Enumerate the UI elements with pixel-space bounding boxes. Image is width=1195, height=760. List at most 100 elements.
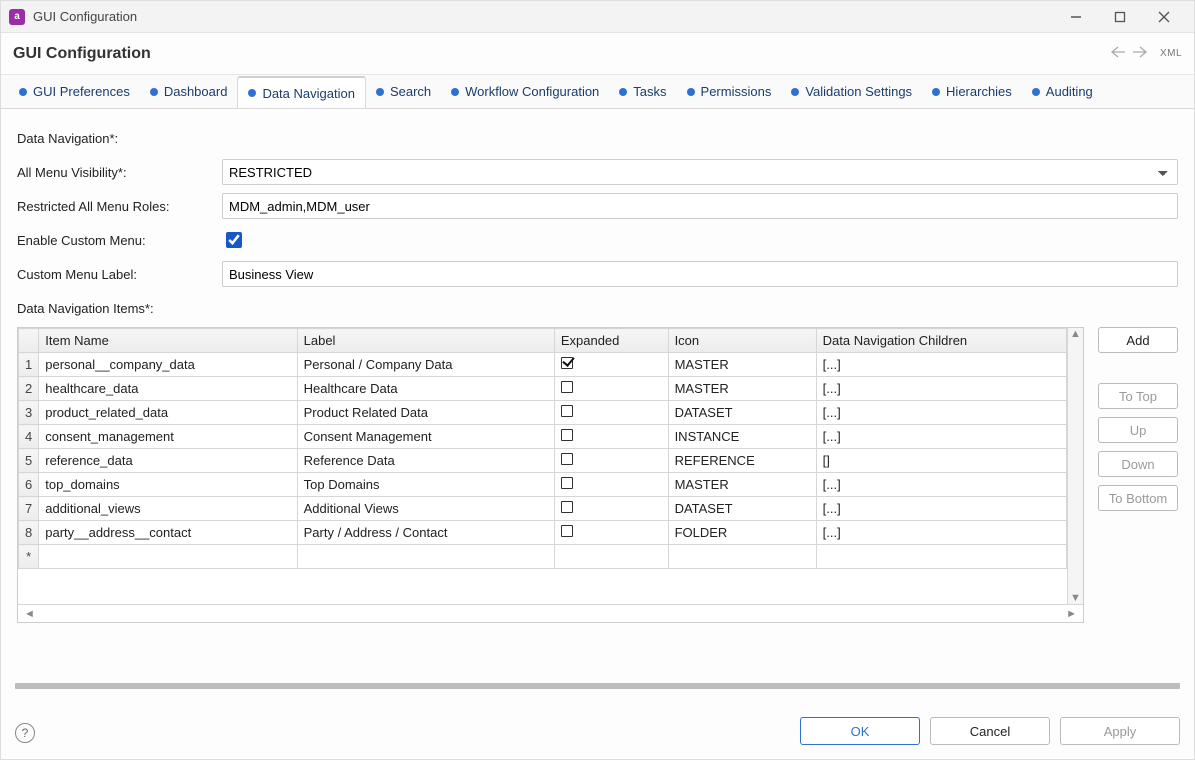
to-top-button[interactable]: To Top	[1098, 383, 1178, 409]
cell-item-name[interactable]: personal__company_data	[39, 353, 297, 377]
cell-icon[interactable]: DATASET	[668, 497, 816, 521]
cell-expanded[interactable]	[554, 425, 668, 449]
cancel-button[interactable]: Cancel	[930, 717, 1050, 745]
table-row[interactable]: 8party__address__contactParty / Address …	[19, 521, 1067, 545]
tab-gui-preferences[interactable]: GUI Preferences	[9, 75, 140, 108]
col-header[interactable]: Item Name	[39, 329, 297, 353]
table-row[interactable]: 7additional_viewsAdditional ViewsDATASET…	[19, 497, 1067, 521]
cell-icon[interactable]: INSTANCE	[668, 425, 816, 449]
tab-auditing[interactable]: Auditing	[1022, 75, 1103, 108]
cell-children[interactable]: []	[816, 449, 1066, 473]
to-bottom-button[interactable]: To Bottom	[1098, 485, 1178, 511]
col-header[interactable]: Icon	[668, 329, 816, 353]
cell-label[interactable]: Additional Views	[297, 497, 554, 521]
table-row[interactable]: 2healthcare_dataHealthcare DataMASTER[..…	[19, 377, 1067, 401]
help-icon[interactable]: ?	[15, 723, 35, 743]
col-header[interactable]: Data Navigation Children	[816, 329, 1066, 353]
cell-children[interactable]: [...]	[816, 401, 1066, 425]
expanded-checkbox-icon[interactable]	[561, 453, 573, 465]
cell-label[interactable]: Consent Management	[297, 425, 554, 449]
cell-icon[interactable]: MASTER	[668, 473, 816, 497]
table-row[interactable]: 3product_related_dataProduct Related Dat…	[19, 401, 1067, 425]
cell-icon[interactable]: DATASET	[668, 401, 816, 425]
input-restricted-roles[interactable]	[222, 193, 1178, 219]
tab-permissions[interactable]: Permissions	[677, 75, 782, 108]
scroll-right-icon[interactable]: ►	[1062, 608, 1081, 620]
select-all-menu-visibility[interactable]: RESTRICTED	[222, 159, 1178, 185]
col-header[interactable]: Label	[297, 329, 554, 353]
expanded-checkbox-icon[interactable]	[561, 477, 573, 489]
expanded-checkbox-icon[interactable]	[561, 429, 573, 441]
expanded-checkbox-icon[interactable]	[561, 357, 573, 369]
apply-button[interactable]: Apply	[1060, 717, 1180, 745]
cell-item-name[interactable]: additional_views	[39, 497, 297, 521]
expanded-checkbox-icon[interactable]	[561, 381, 573, 393]
table-row[interactable]: 4consent_managementConsent ManagementINS…	[19, 425, 1067, 449]
table-row-new[interactable]: *	[19, 545, 1067, 569]
expanded-checkbox-icon[interactable]	[561, 405, 573, 417]
cell-icon[interactable]: REFERENCE	[668, 449, 816, 473]
cell-icon[interactable]: MASTER	[668, 377, 816, 401]
tab-dashboard[interactable]: Dashboard	[140, 75, 238, 108]
cell-label[interactable]: Party / Address / Contact	[297, 521, 554, 545]
cell-children[interactable]: [...]	[816, 425, 1066, 449]
tab-data-navigation[interactable]: Data Navigation	[237, 76, 366, 109]
maximize-button[interactable]	[1098, 1, 1142, 33]
cell-label[interactable]: Personal / Company Data	[297, 353, 554, 377]
scroll-left-icon[interactable]: ◄	[20, 608, 39, 620]
up-button[interactable]: Up	[1098, 417, 1178, 443]
minimize-button[interactable]	[1054, 1, 1098, 33]
horizontal-scrollbar[interactable]: ◄ ►	[18, 604, 1083, 622]
cell-children[interactable]: [...]	[816, 497, 1066, 521]
data-nav-table[interactable]: Item NameLabelExpandedIconData Navigatio…	[18, 328, 1067, 569]
cell-item-name[interactable]: reference_data	[39, 449, 297, 473]
cell-children[interactable]: [...]	[816, 473, 1066, 497]
cell-item-name[interactable]: healthcare_data	[39, 377, 297, 401]
tab-workflow-configuration[interactable]: Workflow Configuration	[441, 75, 609, 108]
cell-children[interactable]: [...]	[816, 521, 1066, 545]
ok-button[interactable]: OK	[800, 717, 920, 745]
cell-expanded[interactable]	[554, 497, 668, 521]
cell-label[interactable]: Top Domains	[297, 473, 554, 497]
tab-bullet-icon	[619, 88, 627, 96]
cell-icon[interactable]: FOLDER	[668, 521, 816, 545]
checkbox-enable-custom-menu[interactable]	[226, 232, 242, 248]
col-header[interactable]: Expanded	[554, 329, 668, 353]
cell-label[interactable]: Reference Data	[297, 449, 554, 473]
nav-back-icon[interactable]	[1110, 46, 1126, 61]
input-custom-menu-label[interactable]	[222, 261, 1178, 287]
table-row[interactable]: 6top_domainsTop DomainsMASTER[...]	[19, 473, 1067, 497]
cell-expanded[interactable]	[554, 353, 668, 377]
cell-item-name[interactable]: top_domains	[39, 473, 297, 497]
close-button[interactable]	[1142, 1, 1186, 33]
cell-icon[interactable]: MASTER	[668, 353, 816, 377]
vertical-scrollbar[interactable]: ▲ ▼	[1067, 328, 1083, 604]
expanded-checkbox-icon[interactable]	[561, 525, 573, 537]
add-button[interactable]: Add	[1098, 327, 1178, 353]
cell-children[interactable]: [...]	[816, 377, 1066, 401]
scroll-up-icon[interactable]: ▲	[1070, 328, 1081, 340]
cell-expanded[interactable]	[554, 473, 668, 497]
cell-children[interactable]: [...]	[816, 353, 1066, 377]
cell-label[interactable]: Healthcare Data	[297, 377, 554, 401]
nav-forward-icon[interactable]	[1132, 46, 1148, 61]
cell-expanded[interactable]	[554, 521, 668, 545]
tab-search[interactable]: Search	[366, 75, 441, 108]
expanded-checkbox-icon[interactable]	[561, 501, 573, 513]
cell-expanded[interactable]	[554, 401, 668, 425]
cell-label[interactable]: Product Related Data	[297, 401, 554, 425]
table-row[interactable]: 1personal__company_dataPersonal / Compan…	[19, 353, 1067, 377]
cell-expanded[interactable]	[554, 449, 668, 473]
cell-item-name[interactable]: consent_management	[39, 425, 297, 449]
tab-validation-settings[interactable]: Validation Settings	[781, 75, 922, 108]
down-button[interactable]: Down	[1098, 451, 1178, 477]
scroll-down-icon[interactable]: ▼	[1070, 592, 1081, 604]
xml-link[interactable]: XML	[1160, 48, 1182, 59]
col-rownum[interactable]	[19, 329, 39, 353]
tab-tasks[interactable]: Tasks	[609, 75, 676, 108]
cell-expanded[interactable]	[554, 377, 668, 401]
table-row[interactable]: 5reference_dataReference DataREFERENCE[]	[19, 449, 1067, 473]
cell-item-name[interactable]: party__address__contact	[39, 521, 297, 545]
cell-item-name[interactable]: product_related_data	[39, 401, 297, 425]
tab-hierarchies[interactable]: Hierarchies	[922, 75, 1022, 108]
